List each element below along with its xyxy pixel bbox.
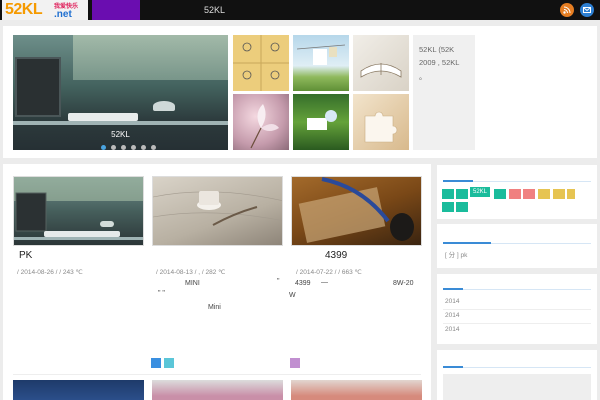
site-logo[interactable]: 52KL 我爱快乐 .net (2, 0, 88, 20)
archive-item[interactable]: 2014 (445, 326, 459, 333)
slide-monitor (15, 57, 61, 117)
post-excerpt-line: Mini (208, 304, 221, 311)
tag-cloud-item[interactable] (442, 189, 454, 199)
section-accent (443, 288, 463, 290)
thumb-puzzle[interactable] (353, 94, 409, 150)
sidebar-recent-comments: [ 分 ] pk (437, 224, 597, 268)
section-accent (443, 366, 463, 368)
grass-art (307, 110, 337, 130)
rss-button[interactable] (560, 3, 574, 17)
post-thumbnail[interactable] (291, 176, 422, 246)
laundry-art (296, 44, 346, 65)
post-meta: / 2014-08-13 / , / 282 ℃ (156, 269, 226, 276)
post-excerpt-line: 8W-20 (393, 280, 414, 287)
logo-suffix: .net (54, 9, 72, 20)
tag-cloud-item[interactable] (567, 189, 575, 199)
tag-cloud-item[interactable] (442, 202, 454, 212)
tag-cloud-item[interactable] (553, 189, 565, 199)
post-thumbnail[interactable] (291, 380, 422, 400)
section-divider (443, 367, 591, 368)
tag-cloud-label[interactable]: 52KL (470, 187, 490, 197)
slider-dot[interactable] (101, 145, 106, 150)
post-tag[interactable] (290, 358, 300, 368)
tag-cloud-item[interactable] (456, 202, 468, 212)
row-divider (443, 323, 591, 324)
thumb-paper-figures[interactable] (233, 35, 289, 91)
logo-text: 52KL (5, 1, 43, 18)
mail-icon (583, 7, 591, 13)
section-divider (443, 289, 591, 290)
main-slide-image[interactable]: 52KL (13, 35, 228, 150)
section-accent (443, 242, 491, 244)
post-excerpt-line: MINI (185, 280, 200, 287)
thumb-open-book[interactable] (353, 35, 409, 91)
post-thumbnail[interactable] (13, 176, 144, 246)
post-row-divider (13, 374, 421, 375)
info-line: 52KL (52K (419, 45, 455, 54)
post-thumbnail[interactable] (13, 380, 144, 400)
paper-figures-art (233, 35, 289, 91)
thumb-grass[interactable] (293, 94, 349, 150)
widget-image-placeholder (443, 374, 591, 400)
archive-item[interactable]: 2014 (445, 298, 459, 305)
site-info-box: 52KL (52K 2009 , 52KL 。 (413, 35, 475, 150)
slide-window-light (73, 35, 228, 80)
slide-lamp (153, 101, 175, 111)
sidebar-widget (437, 350, 597, 400)
info-line: 。 (419, 72, 427, 81)
tag-cloud-item[interactable] (538, 189, 550, 199)
tag-cloud-item[interactable] (456, 189, 468, 199)
thumb-laundry[interactable] (293, 35, 349, 91)
flower-art (250, 104, 279, 149)
rss-icon (563, 6, 571, 14)
section-accent (443, 180, 473, 182)
post-tag[interactable] (151, 358, 161, 368)
post-title[interactable]: 4399 (325, 250, 347, 261)
open-book-art (360, 63, 402, 78)
slide-caption[interactable]: 52KL (13, 130, 228, 139)
post-excerpt-line: W (289, 292, 296, 299)
post-thumbnail[interactable] (152, 380, 283, 400)
slider-dot[interactable] (131, 145, 136, 150)
tag-cloud-item[interactable] (523, 189, 535, 199)
info-line: 2009 , 52KL (419, 58, 460, 67)
featured-slider-panel: 52KL 52KL (52K 2009 , 52KL 。 (3, 26, 597, 158)
post-excerpt-line: " " (158, 290, 165, 297)
post-excerpt-line: " (277, 278, 280, 285)
slider-dot[interactable] (111, 145, 116, 150)
archive-item[interactable]: 2014 (445, 312, 459, 319)
nav-item-active[interactable] (92, 0, 140, 20)
slide-desk (13, 121, 228, 125)
row-divider (443, 309, 591, 310)
teacup-photo-art (153, 191, 282, 226)
slider-dot[interactable] (121, 145, 126, 150)
post-thumbnail[interactable] (152, 176, 283, 246)
quill-photo-art (298, 177, 414, 243)
post-meta: / 2014-07-22 / / 663 ℃ (296, 269, 362, 276)
slider-dots (101, 143, 161, 150)
post-title[interactable]: PK (19, 250, 32, 261)
thumb-flower[interactable] (233, 94, 289, 150)
post-excerpt-line: — (321, 279, 328, 286)
post-meta: / 2014-08-26 / / 243 ℃ (17, 269, 83, 276)
slider-dot[interactable] (141, 145, 146, 150)
post-excerpt-line: 4399 (295, 280, 311, 287)
slide-keyboard (68, 113, 138, 121)
post-list-panel: PK / 2014-08-26 / / 243 ℃ / 2014-08-13 /… (3, 164, 431, 400)
sidebar-archive: 2014 2014 2014 (437, 274, 597, 344)
mail-button[interactable] (580, 3, 594, 17)
puzzle-art (364, 111, 398, 143)
comment-item[interactable]: [ 分 ] pk (445, 249, 467, 259)
slider-dot[interactable] (151, 145, 156, 150)
tag-cloud-item[interactable] (509, 189, 521, 199)
site-title: 52KL (204, 5, 226, 15)
tag-cloud-item[interactable] (494, 189, 506, 199)
top-bar: 52KL 我爱快乐 .net 52KL (0, 0, 600, 20)
post-tag[interactable] (164, 358, 174, 368)
desk-photo-art (14, 177, 143, 240)
